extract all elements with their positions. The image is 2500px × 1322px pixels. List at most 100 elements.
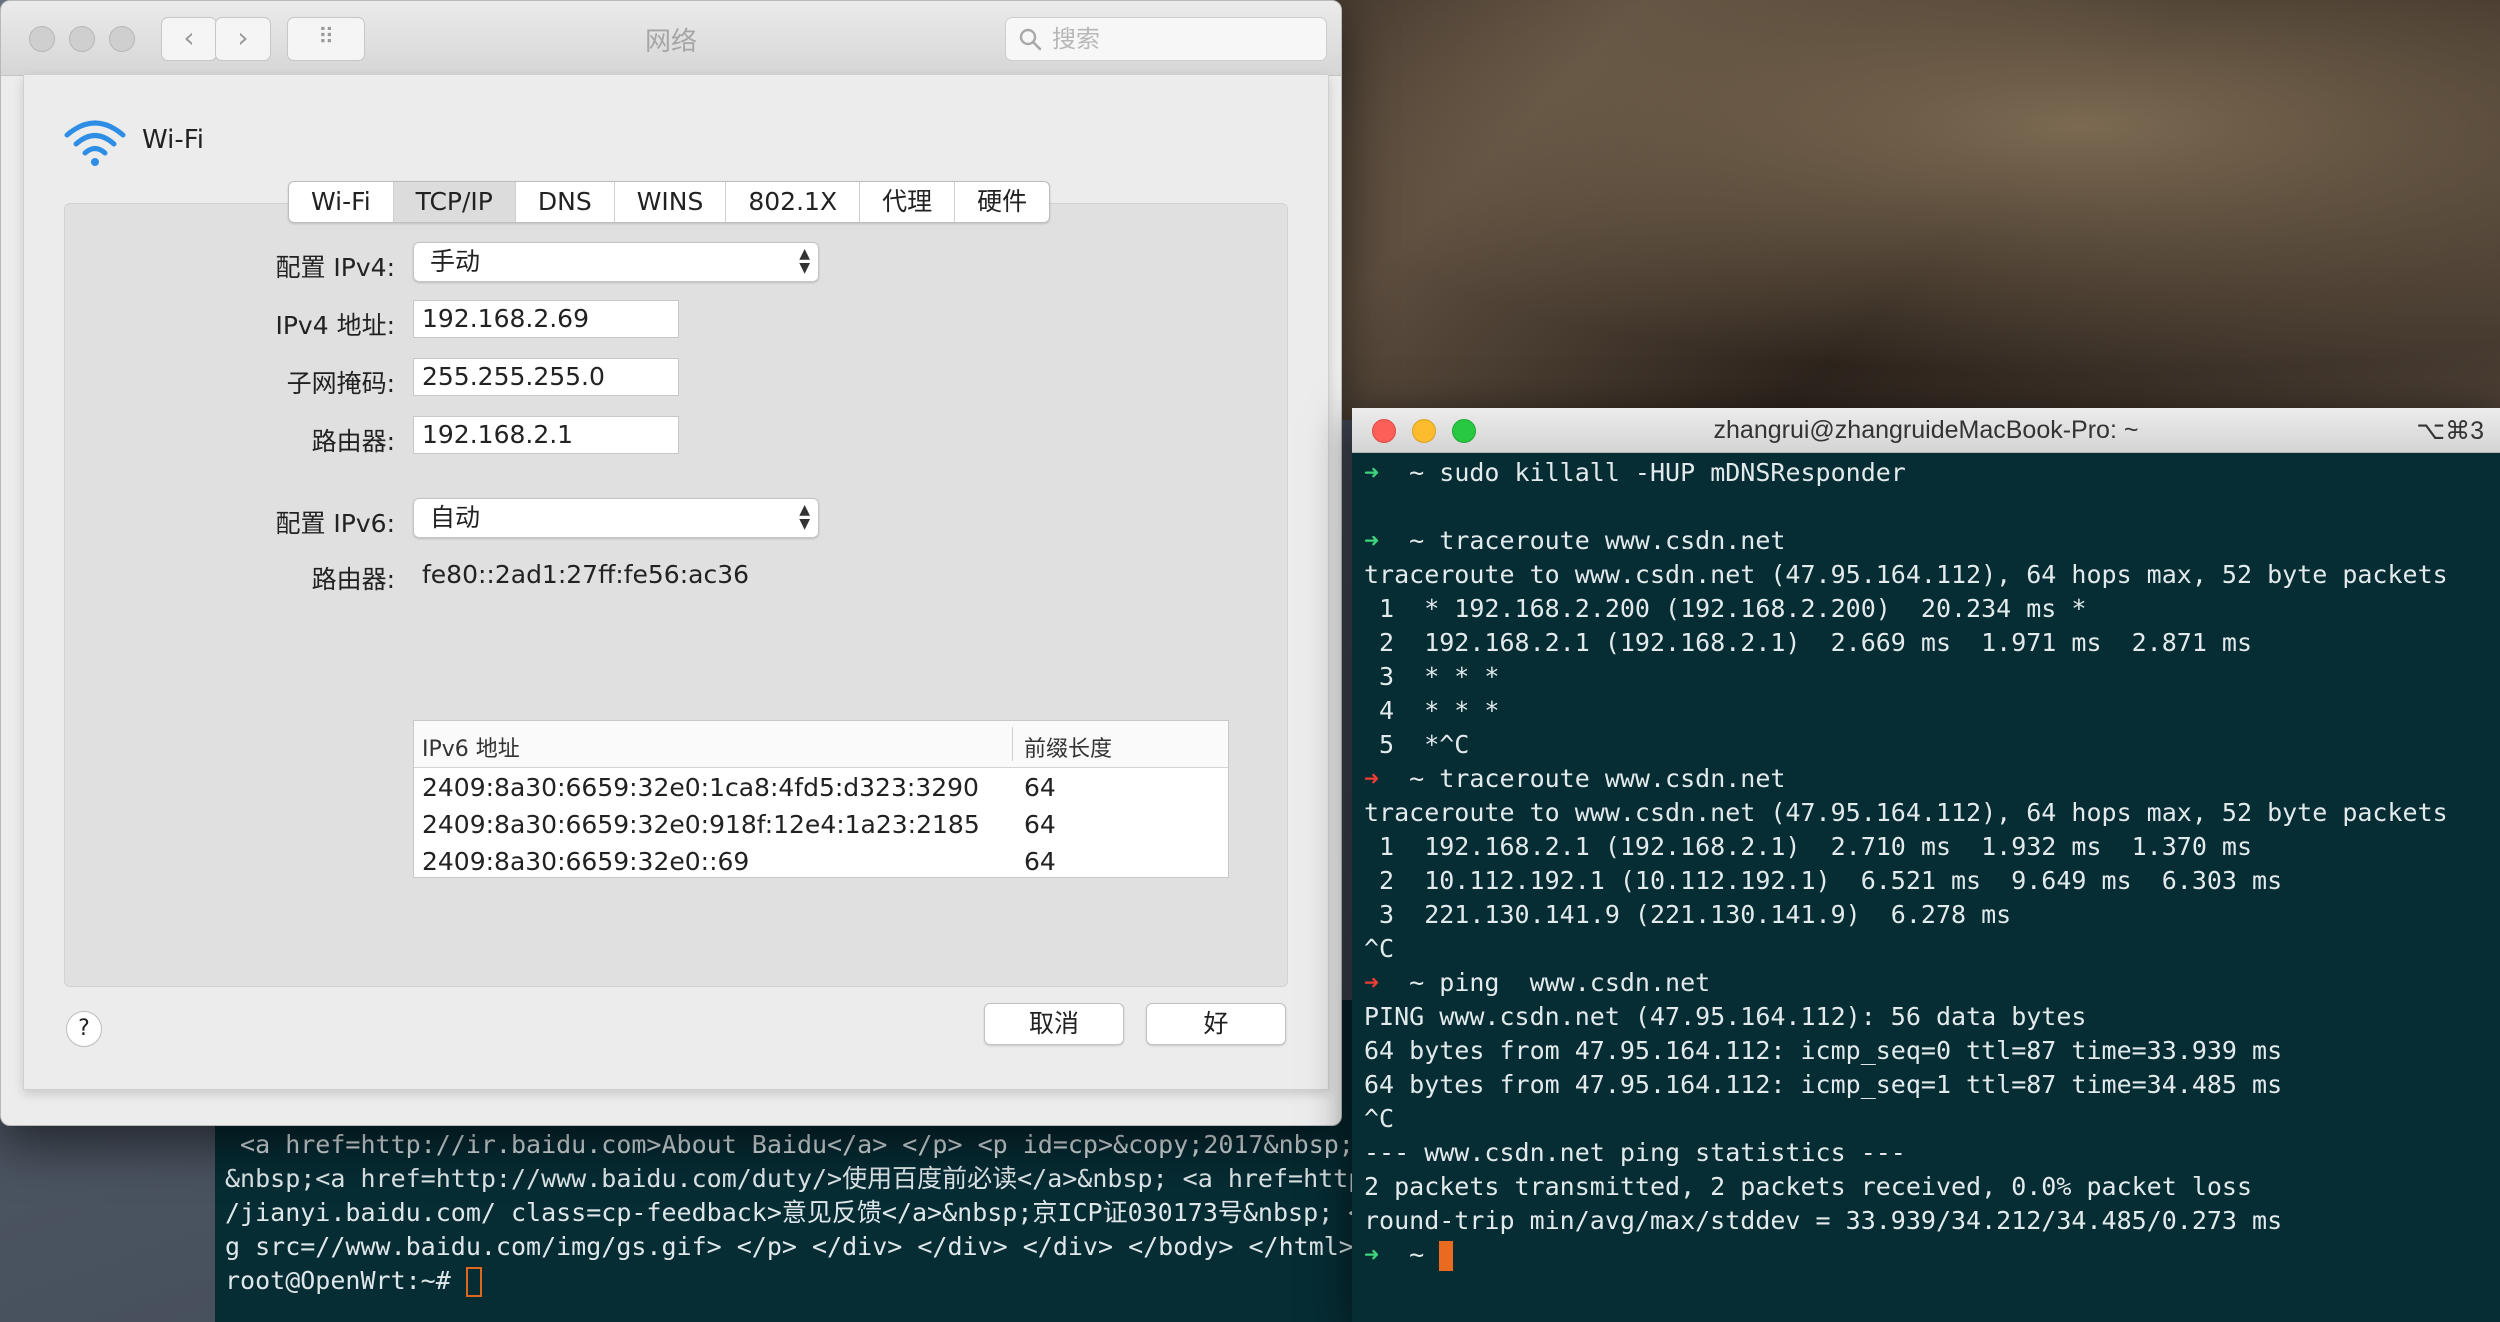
terminal-prompt: root@OpenWrt:~# [225,1266,466,1295]
terminal-line: ➜ ~ ping www.csdn.net [1364,966,2448,1000]
terminal-line-text: 1 192.168.2.1 (192.168.2.1) 2.710 ms 1.9… [1364,832,2253,861]
terminal-line: 4 * * * [1364,694,2448,728]
terminal-window[interactable]: zhangrui@zhangruideMacBook-Pro: ~ ⌥⌘3 ➜ … [1352,408,2500,1322]
tab-wins[interactable]: WINS [615,182,727,222]
terminal-line: 2 10.112.192.1 (10.112.192.1) 6.521 ms 9… [1364,864,2448,898]
subnet-mask-value: 255.255.255.0 [422,362,605,391]
terminal-line: PING www.csdn.net (47.95.164.112): 56 da… [1364,1000,2448,1034]
prefix-length-cell: 64 [1024,810,1056,839]
column-header-address[interactable]: IPv6 地址 [422,731,520,763]
terminal-line-text: ^C [1364,934,1395,963]
column-divider [1012,727,1013,761]
tab-hardware[interactable]: 硬件 [955,182,1049,222]
terminal-line-text: 1 * 192.168.2.200 (192.168.2.200) 20.234… [1364,594,2087,623]
background-terminal-output: <a href=http://ir.baidu.com>About Baidu<… [225,1128,1429,1298]
ipv6-address-cell: 2409:8a30:6659:32e0:1ca8:4fd5:d323:3290 [422,773,979,802]
router-field[interactable]: 192.168.2.1 [413,416,679,454]
terminal-line: /jianyi.baidu.com/ class=cp-feedback>意见反… [225,1198,1394,1227]
terminal-line: round-trip min/avg/max/stddev = 33.939/3… [1364,1204,2448,1238]
terminal-line-text: traceroute to www.csdn.net (47.95.164.11… [1364,560,2448,589]
terminal-line-text: 2 10.112.192.1 (10.112.192.1) 6.521 ms 9… [1364,866,2283,895]
search-field[interactable]: 搜索 [1005,17,1327,61]
terminal-cursor [1439,1241,1454,1271]
terminal-line-text: 4 * * * [1364,696,1500,725]
ipv4-config-label: 配置 IPv4: [275,253,395,282]
terminal-line-text: ~ traceroute www.csdn.net [1379,526,1786,555]
subnet-mask-field[interactable]: 255.255.255.0 [413,358,679,396]
subnet-mask-label: 子网掩码: [286,369,395,398]
forward-button[interactable]: › [215,17,271,61]
terminal-titlebar: zhangrui@zhangruideMacBook-Pro: ~ ⌥⌘3 [1352,408,2500,453]
terminal-line: 5 *^C [1364,728,2448,762]
ipv6-address-cell: 2409:8a30:6659:32e0::69 [422,847,750,876]
ipv6-router-label: 路由器: [311,565,395,594]
table-row[interactable]: 2409:8a30:6659:32e0:918f:12e4:1a23:2185 … [414,805,1228,842]
table-row[interactable]: 2409:8a30:6659:32e0:1ca8:4fd5:d323:3290 … [414,768,1228,805]
terminal-output: ➜ ~ sudo killall -HUP mDNSResponder ➜ ~ t… [1364,456,2448,1272]
terminal-line-text: --- www.csdn.net ping statistics --- [1364,1138,1906,1167]
tab-proxy[interactable]: 代理 [860,182,956,222]
terminal-line: &nbsp;<a href=http://www.baidu.com/duty/… [225,1164,1394,1193]
ipv6-config-popup[interactable]: 自动 ▲ ▼ [413,498,819,538]
terminal-prompt-line[interactable]: root@OpenWrt:~# [225,1264,1429,1298]
terminal-line-text: traceroute to www.csdn.net (47.95.164.11… [1364,798,2448,827]
terminal-line: g src=//www.baidu.com/img/gs.gif> </p> <… [225,1232,1354,1261]
tab-tcpip[interactable]: TCP/IP [393,182,516,222]
router-value: 192.168.2.1 [422,420,574,449]
tab-8021x[interactable]: 802.1X [726,182,861,222]
ipv6-config-value: 自动 [430,503,481,532]
terminal-line-text: ~ sudo killall -HUP mDNSResponder [1379,458,1906,487]
minimize-button[interactable] [69,26,95,52]
tab-content-panel: 配置 IPv4: 手动 ▲ ▼ IPv4 地址: 192.168.2.69 子网掩… [64,203,1288,987]
advanced-settings-sheet: Wi-Fi 配置 IPv4: 手动 ▲ ▼ IPv4 地址: 192.168.2.… [23,75,1329,1090]
terminal-line-text: 2 packets transmitted, 2 packets receive… [1364,1172,2253,1201]
terminal-line: traceroute to www.csdn.net (47.95.164.11… [1364,796,2448,830]
window-titlebar: ‹ › ⠿ 网络 搜索 [1,1,1341,76]
search-placeholder: 搜索 [1052,25,1100,53]
tab-wifi[interactable]: Wi-Fi [289,182,394,222]
ipv4-address-label: IPv4 地址: [275,311,395,340]
terminal-prompt: ~ [1379,1240,1440,1269]
terminal-cursor [465,1267,482,1297]
terminal-line-text: PING www.csdn.net (47.95.164.112): 56 da… [1364,1002,2087,1031]
terminal-line: ^C [1364,1102,2448,1136]
ipv4-address-field[interactable]: 192.168.2.69 [413,300,679,338]
table-row[interactable]: 2409:8a30:6659:32e0::69 64 [414,842,1228,877]
show-all-grid-button[interactable]: ⠿ [287,17,365,61]
terminal-shortcut: ⌥⌘3 [2416,417,2484,445]
terminal-line-text: 3 * * * [1364,662,1500,691]
terminal-line: 64 bytes from 47.95.164.112: icmp_seq=1 … [1364,1068,2448,1102]
service-name: Wi-Fi [142,125,205,155]
zoom-button[interactable] [109,26,135,52]
terminal-line: 2 packets transmitted, 2 packets receive… [1364,1170,2448,1204]
terminal-line: ➜ ~ traceroute www.csdn.net [1364,762,2448,796]
terminal-line: 1 * 192.168.2.200 (192.168.2.200) 20.234… [1364,592,2448,626]
terminal-line: <a href=http://ir.baidu.com>About Baidu<… [225,1130,1430,1159]
ipv4-config-value: 手动 [430,247,481,276]
terminal-line-text: 5 *^C [1364,730,1470,759]
prefix-length-cell: 64 [1024,847,1056,876]
back-button[interactable]: ‹ [161,17,217,61]
ipv6-address-table: IPv6 地址 前缀长度 2409:8a30:6659:32e0:1ca8:4f… [413,720,1229,878]
close-button[interactable] [29,26,55,52]
terminal-line: 2 192.168.2.1 (192.168.2.1) 2.669 ms 1.9… [1364,626,2448,660]
terminal-line: 1 192.168.2.1 (192.168.2.1) 2.710 ms 1.9… [1364,830,2448,864]
terminal-line: traceroute to www.csdn.net (47.95.164.11… [1364,558,2448,592]
terminal-prompt-line[interactable]: ➜ ~ [1364,1238,2448,1272]
popup-arrows-icon: ▲ ▼ [799,246,810,276]
terminal-title: zhangrui@zhangruideMacBook-Pro: ~ [1713,416,2139,444]
tab-dns[interactable]: DNS [516,182,615,222]
ok-button[interactable]: 好 [1146,1003,1286,1045]
cancel-button[interactable]: 取消 [984,1003,1124,1045]
ipv4-config-popup[interactable]: 手动 ▲ ▼ [413,242,819,282]
column-header-prefix[interactable]: 前缀长度 [1024,731,1112,763]
search-icon [1019,28,1042,51]
prompt-arrow-icon: ➜ [1364,1240,1380,1269]
terminal-line-text: 64 bytes from 47.95.164.112: icmp_seq=1 … [1364,1070,2283,1099]
help-button[interactable]: ? [66,1011,102,1047]
terminal-line: 3 221.130.141.9 (221.130.141.9) 6.278 ms [1364,898,2448,932]
wifi-icon [64,120,126,166]
prompt-arrow-icon: ➜ [1364,968,1380,997]
prompt-arrow-icon: ➜ [1364,764,1380,793]
